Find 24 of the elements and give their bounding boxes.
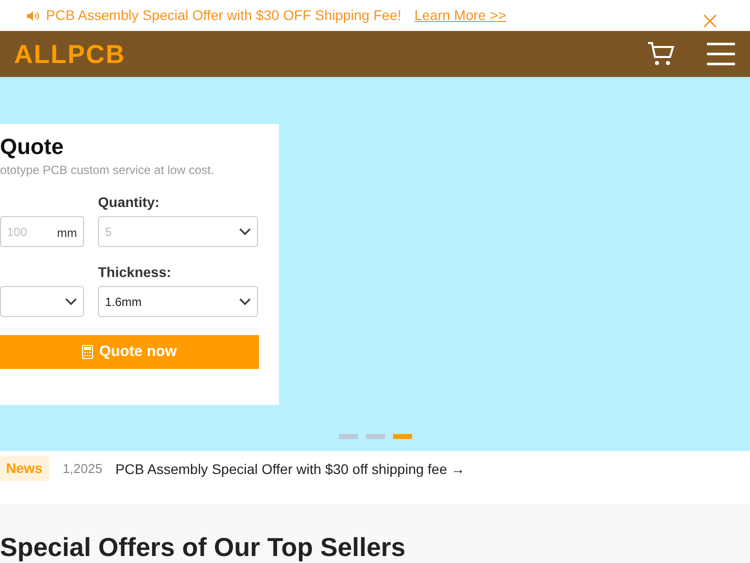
cart-icon[interactable] [647, 40, 675, 68]
dropdown-field[interactable]: 5 [98, 216, 258, 247]
card-subtitle: ototype PCB custom service at low cost. [0, 162, 216, 179]
card-title: Quote [0, 134, 65, 160]
chevron-down-icon [239, 228, 251, 236]
learn-more-link[interactable]: Learn More >> [414, 5, 506, 26]
announcement-text: PCB Assembly Special Offer with $30 OFF Shipping Fee! [46, 6, 402, 25]
logo[interactable]: ALLPCB [14, 34, 126, 74]
field-label: Thickness: [98, 263, 172, 282]
quote-now-button[interactable]: Quote now [0, 335, 259, 369]
news-date: 1,2025 [62, 460, 102, 478]
chevron-down-icon [65, 298, 77, 306]
chevron-down-icon [239, 298, 251, 306]
unit-label: mm [57, 225, 77, 242]
news-badge: News [0, 456, 49, 481]
speaker-icon [27, 10, 39, 20]
field-label: Quantity: [98, 193, 160, 212]
dropdown-field[interactable] [0, 286, 84, 317]
dropdown-field[interactable]: 1.6mm [98, 286, 258, 317]
close-icon[interactable] [703, 14, 717, 28]
news-headline-link[interactable]: PCB Assembly Special Offer with $30 off shipping fee → [115, 459, 466, 480]
section-title: Special Offers of Our Top Sellers [0, 532, 407, 562]
calculator-icon [82, 345, 94, 359]
menu-icon[interactable] [707, 42, 735, 66]
